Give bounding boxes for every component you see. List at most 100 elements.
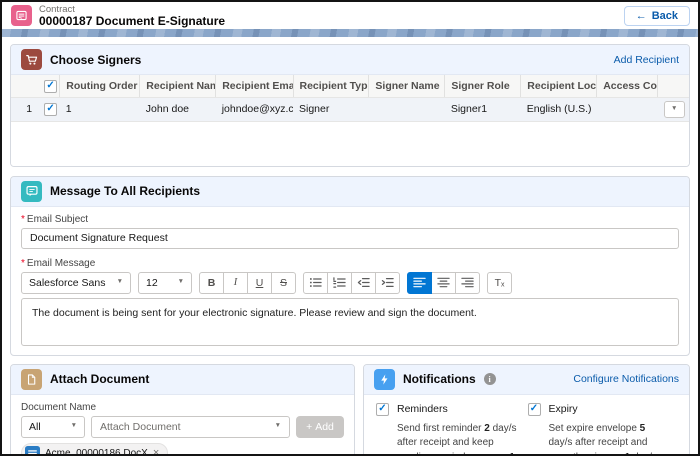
message-header: Message To All Recipients [11,177,689,207]
row-actions-button[interactable]: ▼ [664,101,685,118]
email-subject-label: *Email Subject [21,214,679,225]
lightning-icon [374,369,395,390]
col-recipient-locale: Recipient Locale [521,75,597,97]
col-signer-role: Signer Role [445,75,521,97]
choose-signers-title: Choose Signers [50,53,141,67]
cart-icon [21,49,42,70]
col-recipient-name: Recipient Name [140,75,216,97]
numbered-list-icon[interactable] [327,272,352,294]
record-header-text: Contract 00000187 Document E-Signature [39,4,225,28]
attach-document-title: Attach Document [50,372,149,386]
choose-signers-header: Choose Signers Add Recipient [11,45,689,75]
col-routing-order: Routing Order [60,75,140,97]
message-body: *Email Subject *Email Message Salesforce… [11,207,689,355]
signer-row: 1 ✓ 1 John doe johndoe@xyz.com Signer Si… [11,97,689,121]
align-right-icon[interactable] [455,272,480,294]
select-all-checkbox[interactable]: ✓ [44,80,57,93]
remove-file-icon[interactable]: × [153,448,159,456]
row-number: 1 [11,97,38,121]
add-recipient-link[interactable]: Add Recipient [614,54,679,66]
expiry-checkbox[interactable]: ✓ [528,403,541,416]
plus-icon: + [306,421,312,433]
attach-document-card: Attach Document Document Name All ▼ Atta… [10,364,355,456]
chevron-down-icon: ▼ [275,423,281,430]
back-button[interactable]: ← Back [624,6,690,26]
message-icon [21,181,42,202]
theme-banner [2,29,698,37]
clear-format-group: Tₓ [487,272,512,294]
indent-icon[interactable] [375,272,400,294]
chevron-down-icon: ▼ [117,279,123,286]
notifications-body: ✓ Reminders Send first reminder 2 day/s … [364,395,689,456]
font-size-select[interactable]: 12 ▼ [138,272,192,294]
attached-file-pill[interactable]: Acme_00000186.DocX × [21,443,168,456]
bottom-row: Attach Document Document Name All ▼ Atta… [10,364,690,456]
choose-signers-card: Choose Signers Add Recipient ✓ Routing O… [10,44,690,167]
strikethrough-button[interactable]: S [271,272,296,294]
align-left-icon[interactable] [407,272,432,294]
reminders-option: ✓ Reminders Send first reminder 2 day/s … [376,403,528,456]
outdent-icon[interactable] [351,272,376,294]
col-access-code: Access Code [597,75,658,97]
reminders-checkbox[interactable]: ✓ [376,403,389,416]
contract-icon [11,5,32,26]
col-signer-name: Signer Name [369,75,445,97]
reminders-label: Reminders [397,403,448,415]
message-card: Message To All Recipients *Email Subject… [10,176,690,356]
attach-controls: All ▼ Attach Document ▼ + Add [21,416,344,438]
message-title: Message To All Recipients [50,184,200,198]
row-number-header [11,75,38,97]
expiry-description: Set expire envelope 5 day/s after receip… [549,422,670,456]
row-checkbox[interactable]: ✓ [44,103,57,116]
align-center-icon[interactable] [431,272,456,294]
signer-role-cell[interactable]: Signer1 [445,97,521,121]
italic-button[interactable]: I [223,272,248,294]
attach-document-body: Document Name All ▼ Attach Document ▼ + [11,395,354,456]
back-button-label: Back [652,10,678,22]
document-name-label: Document Name [21,402,344,413]
font-family-select[interactable]: Salesforce Sans ▼ [21,272,131,294]
back-arrow-icon: ← [636,10,647,22]
object-label: Contract [39,4,225,15]
attach-document-header: Attach Document [11,365,354,395]
expiry-option: ✓ Expiry Set expire envelope 5 day/s aft… [528,403,680,456]
text-style-group: B I U S [199,272,296,294]
access-code-cell[interactable] [597,97,658,121]
bullet-list-icon[interactable] [303,272,328,294]
select-all-header: ✓ [38,75,60,97]
attach-document-combobox[interactable]: Attach Document ▼ [91,416,290,438]
alignment-group [407,272,480,294]
expiry-label: Expiry [549,403,578,415]
document-filter-select[interactable]: All ▼ [21,416,85,438]
signers-table: ✓ Routing Order Recipient Name Recipient… [11,75,689,122]
recipient-locale-cell[interactable]: English (U.S.) [521,97,597,121]
recipient-name-cell[interactable]: John doe [140,97,216,121]
signers-table-header-row: ✓ Routing Order Recipient Name Recipient… [11,75,689,97]
signer-name-cell[interactable] [369,97,445,121]
attached-file-name: Acme_00000186.DocX [45,448,148,456]
routing-order-cell[interactable]: 1 [60,97,140,121]
col-actions [658,75,689,97]
underline-button[interactable]: U [247,272,272,294]
col-recipient-type: Recipient Type [293,75,369,97]
email-subject-input[interactable] [21,228,679,249]
table-empty-area [11,122,689,166]
recipient-email-cell[interactable]: johndoe@xyz.com [216,97,293,121]
list-indent-group [303,272,400,294]
required-marker: * [21,258,25,269]
main-content: Choose Signers Add Recipient ✓ Routing O… [2,37,698,456]
page-title: 00000187 Document E-Signature [39,15,225,28]
app-window: Contract 00000187 Document E-Signature ←… [0,0,700,456]
chevron-down-icon: ▼ [71,423,77,430]
record-header: Contract 00000187 Document E-Signature [11,4,225,28]
word-file-icon [25,446,40,456]
notifications-card: Notifications i Configure Notifications … [363,364,690,456]
clear-format-button[interactable]: Tₓ [487,272,512,294]
configure-notifications-link[interactable]: Configure Notifications [573,373,679,385]
recipient-type-cell[interactable]: Signer [293,97,369,121]
email-message-label: *Email Message [21,258,679,269]
add-document-button[interactable]: + Add [296,416,344,438]
email-message-editor[interactable]: The document is being sent for your elec… [21,298,679,346]
bold-button[interactable]: B [199,272,224,294]
info-icon[interactable]: i [484,373,496,385]
